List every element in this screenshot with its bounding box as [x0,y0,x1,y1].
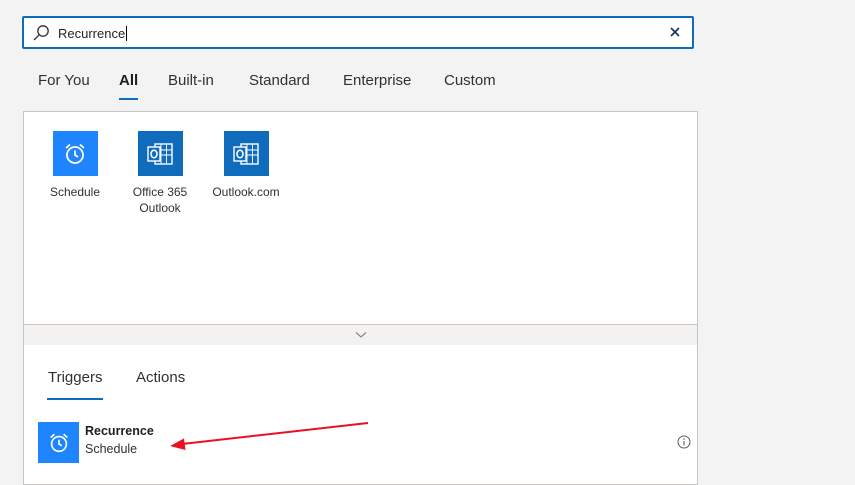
connector-label: Office 365 Outlook [132,185,188,215]
collapse-connectors-button[interactable] [24,324,697,345]
tab-custom[interactable]: Custom [444,72,496,89]
chevron-down-icon [355,332,366,338]
search-icon [33,25,49,41]
tab-actions[interactable]: Actions [136,369,185,386]
tab-for-you[interactable]: For You [38,72,90,89]
connector-schedule[interactable]: Schedule [30,131,120,200]
outlook-tile [137,131,183,176]
tab-enterprise[interactable]: Enterprise [343,72,411,89]
tab-triggers[interactable]: Triggers [46,369,104,400]
connectors-panel: Schedule Office 365 Outlook Outlook.com [23,111,698,346]
connector-outlook-com[interactable]: Outlook.com [201,131,291,200]
search-input[interactable]: Recurrence [58,26,128,41]
schedule-tile [52,131,98,176]
search-box[interactable]: Recurrence [22,16,694,49]
text-caret [126,26,128,41]
operations-panel: Triggers Actions Recurrence Schedule [23,345,698,485]
tab-all[interactable]: All [119,72,139,100]
outlook-icon [147,142,173,165]
operation-name: Recurrence [85,424,154,438]
tab-standard[interactable]: Standard [249,72,310,89]
tab-built-in[interactable]: Built-in [168,72,214,89]
connector-label: Schedule [49,185,101,199]
operation-connector: Schedule [85,442,138,456]
connector-office-365-outlook[interactable]: Office 365 Outlook [115,131,205,216]
info-icon[interactable] [676,434,692,450]
schedule-tile [38,422,79,463]
outlook-icon [233,142,259,165]
outlook-tile [223,131,269,176]
operation-row-recurrence[interactable]: Recurrence Schedule [38,422,691,466]
alarm-clock-icon [65,143,85,164]
clear-search-icon[interactable] [667,24,683,40]
connector-label: Outlook.com [212,185,280,199]
search-input-text: Recurrence [58,26,126,41]
alarm-clock-icon [49,433,68,452]
